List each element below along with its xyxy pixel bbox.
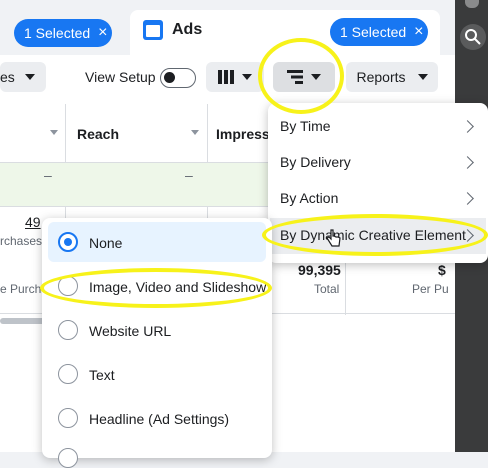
- close-icon[interactable]: ×: [98, 24, 107, 42]
- toggle-knob: [164, 72, 175, 83]
- column-header-reach[interactable]: Reach: [77, 126, 119, 142]
- view-setup-label: View Setup: [85, 69, 156, 85]
- selected-count-label: 1 Selected: [24, 25, 91, 41]
- highlight-circle-dce: [262, 214, 488, 256]
- cell-subtext: e Purch: [0, 282, 42, 296]
- cell-subtext: rchases: [0, 234, 43, 248]
- option-none-label[interactable]: None: [89, 235, 122, 251]
- highlight-circle-image-video: [40, 268, 272, 308]
- search-icon: [465, 29, 481, 45]
- cell-dash: –: [44, 167, 52, 183]
- radio-next-option[interactable]: [58, 448, 78, 468]
- sort-caret-icon[interactable]: [50, 130, 58, 135]
- chevron-down-icon: [242, 74, 252, 80]
- ads-icon: [143, 20, 163, 40]
- chevron-down-icon: [417, 74, 428, 80]
- menu-item-by-delivery[interactable]: By Delivery: [280, 154, 351, 170]
- reports-button[interactable]: Reports: [346, 62, 438, 92]
- impressions-subtext: Total: [314, 282, 340, 296]
- horizontal-scrollbar[interactable]: [0, 318, 45, 324]
- selected-filter-pill-left[interactable]: 1 Selected ×: [14, 19, 112, 47]
- tab-title: Ads: [172, 21, 203, 38]
- column-header-impressions[interactable]: Impressi: [216, 126, 274, 142]
- sort-caret-icon[interactable]: [191, 130, 199, 135]
- radio-text[interactable]: [58, 364, 78, 384]
- option-website-url-label[interactable]: Website URL: [89, 323, 171, 339]
- view-setup-toggle[interactable]: [160, 68, 196, 88]
- radio-none[interactable]: [58, 232, 78, 252]
- columns-icon: [218, 70, 234, 84]
- option-headline-label[interactable]: Headline (Ad Settings): [89, 411, 229, 427]
- columns-dropdown-button[interactable]: es: [0, 62, 46, 92]
- highlight-circle-breakdown: [258, 38, 344, 114]
- reports-label: Reports: [356, 69, 406, 85]
- menu-item-by-time[interactable]: By Time: [280, 118, 331, 134]
- search-button[interactable]: [460, 24, 486, 50]
- column-divider: [345, 255, 346, 315]
- chevron-down-icon: [24, 74, 35, 80]
- menu-item-by-action[interactable]: By Action: [280, 190, 338, 206]
- close-icon[interactable]: ×: [414, 23, 423, 41]
- option-text-label[interactable]: Text: [89, 367, 115, 383]
- selected-filter-pill-right[interactable]: 1 Selected ×: [330, 18, 428, 46]
- selected-option-highlight: [48, 222, 266, 262]
- row-divider: [0, 206, 290, 207]
- selected-count-label: 1 Selected: [340, 24, 407, 40]
- radio-headline[interactable]: [58, 408, 78, 428]
- cell-value[interactable]: 49: [25, 214, 41, 230]
- columns-layout-button[interactable]: [206, 62, 264, 92]
- cell-dash: –: [185, 167, 193, 183]
- cost-subtext: Per Pu: [412, 282, 449, 296]
- impressions-value: 99,395: [298, 262, 341, 278]
- cost-value: $: [438, 262, 446, 278]
- radio-website-url[interactable]: [58, 320, 78, 340]
- columns-label: es: [0, 69, 15, 85]
